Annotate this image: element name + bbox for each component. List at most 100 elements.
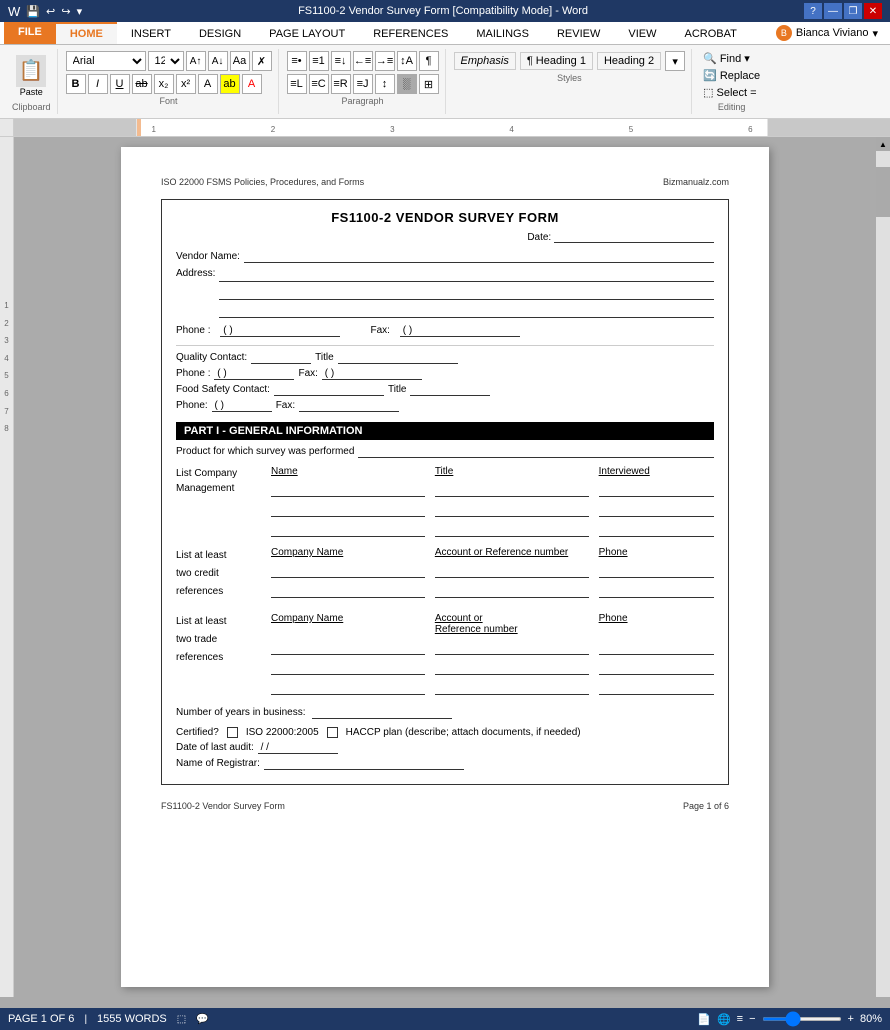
undo-icon[interactable]: ↩ (46, 6, 55, 18)
superscript-button[interactable]: x² (176, 74, 196, 94)
trade-account-2[interactable] (435, 661, 589, 675)
tab-references[interactable]: REFERENCES (359, 22, 462, 44)
address-line-3[interactable] (219, 304, 714, 318)
help-icon[interactable]: ? (804, 3, 822, 19)
font-color-button[interactable]: A (242, 74, 262, 94)
borders-button[interactable]: ⊞ (419, 74, 439, 94)
food-safety-title-field[interactable] (410, 384, 490, 396)
font-family-select[interactable]: Arial (66, 51, 146, 71)
vendor-name-field[interactable] (244, 251, 714, 263)
food-fax-field[interactable] (299, 400, 399, 412)
years-field[interactable] (312, 707, 452, 719)
haccp-checkbox[interactable] (327, 727, 338, 738)
decrease-indent-button[interactable]: ←≡ (353, 51, 373, 71)
trade-phone-2[interactable] (599, 661, 714, 675)
style-heading1[interactable]: ¶ Heading 1 (520, 52, 593, 70)
food-phone-field[interactable]: ( ) (212, 400, 272, 412)
trade-account-3[interactable] (435, 681, 589, 695)
view-print-icon[interactable]: 📄 (697, 1013, 711, 1026)
save-icon[interactable]: 💾 (26, 6, 40, 18)
mgmt-name-1[interactable] (271, 483, 425, 497)
tab-review[interactable]: REVIEW (543, 22, 614, 44)
date-field[interactable] (554, 231, 714, 243)
tab-design[interactable]: DESIGN (185, 22, 255, 44)
quality-fax-field[interactable]: ( ) (322, 368, 422, 380)
paste-button[interactable]: 📋 Paste (16, 55, 46, 97)
style-heading2[interactable]: Heading 2 (597, 52, 661, 70)
tab-file[interactable]: FILE (4, 22, 56, 44)
trade-company-1[interactable] (271, 641, 425, 655)
multilevel-button[interactable]: ≡↓ (331, 51, 351, 71)
food-safety-field[interactable] (274, 384, 384, 396)
quality-phone-field[interactable]: ( ) (214, 368, 294, 380)
font-shrink-button[interactable]: A↓ (208, 51, 228, 71)
bullets-button[interactable]: ≡• (287, 51, 307, 71)
close-button[interactable]: ✕ (864, 3, 882, 19)
fax-field[interactable]: ( ) (400, 325, 520, 337)
vertical-scrollbar[interactable]: ▲ (876, 137, 890, 997)
view-outline-icon[interactable]: ≡ (737, 1013, 743, 1025)
tab-page-layout[interactable]: PAGE LAYOUT (255, 22, 359, 44)
credit-account-2[interactable] (435, 584, 589, 598)
view-web-icon[interactable]: 🌐 (717, 1013, 731, 1026)
mgmt-interviewed-3[interactable] (599, 523, 714, 537)
tab-insert[interactable]: INSERT (117, 22, 185, 44)
credit-phone-1[interactable] (599, 564, 714, 578)
tab-home[interactable]: HOME (56, 22, 117, 44)
trade-phone-1[interactable] (599, 641, 714, 655)
redo-icon[interactable]: ↪ (61, 6, 70, 18)
credit-company-2[interactable] (271, 584, 425, 598)
tab-acrobat[interactable]: ACROBAT (670, 22, 750, 44)
change-case-button[interactable]: Aa (230, 51, 250, 71)
trade-company-2[interactable] (271, 661, 425, 675)
quality-contact-field[interactable] (251, 352, 311, 364)
credit-company-1[interactable] (271, 564, 425, 578)
underline-button[interactable]: U (110, 74, 130, 94)
credit-phone-2[interactable] (599, 584, 714, 598)
line-spacing-button[interactable]: ↕ (375, 74, 395, 94)
mgmt-interviewed-2[interactable] (599, 503, 714, 517)
zoom-slider[interactable] (762, 1017, 842, 1021)
strikethrough-button[interactable]: ab (132, 74, 152, 94)
zoom-in-button[interactable]: + (848, 1013, 854, 1025)
find-button[interactable]: 🔍 Find ▾ (700, 51, 763, 66)
font-size-select[interactable]: 12 (148, 51, 184, 71)
clear-format-button[interactable]: ✗ (252, 51, 272, 71)
trade-account-1[interactable] (435, 641, 589, 655)
mgmt-title-1[interactable] (435, 483, 589, 497)
highlight-button[interactable]: ab (220, 74, 240, 94)
credit-account-1[interactable] (435, 564, 589, 578)
sort-button[interactable]: ↕A (397, 51, 417, 71)
increase-indent-button[interactable]: →≡ (375, 51, 395, 71)
phone-field[interactable]: ( ) (220, 325, 340, 337)
mgmt-title-2[interactable] (435, 503, 589, 517)
registrar-field[interactable] (264, 758, 464, 770)
align-left-button[interactable]: ≡L (287, 74, 307, 94)
justify-button[interactable]: ≡J (353, 74, 373, 94)
mgmt-name-2[interactable] (271, 503, 425, 517)
shading-button[interactable]: ░ (397, 74, 417, 94)
show-hide-button[interactable]: ¶ (419, 51, 439, 71)
select-button[interactable]: ⬚ Select = (700, 85, 763, 100)
replace-button[interactable]: 🔄 Replace (700, 68, 763, 83)
scroll-thumb[interactable] (876, 167, 890, 217)
align-center-button[interactable]: ≡C (309, 74, 329, 94)
font-grow-button[interactable]: A↑ (186, 51, 206, 71)
mgmt-title-3[interactable] (435, 523, 589, 537)
bold-button[interactable]: B (66, 74, 86, 94)
styles-more-button[interactable]: ▾ (665, 51, 685, 71)
restore-button[interactable]: ❐ (844, 3, 862, 19)
tab-mailings[interactable]: MAILINGS (462, 22, 543, 44)
address-line-1[interactable] (219, 268, 714, 282)
align-right-button[interactable]: ≡R (331, 74, 351, 94)
minimize-button[interactable]: — (824, 3, 842, 19)
iso-checkbox[interactable] (227, 727, 238, 738)
quality-title-field[interactable] (338, 352, 458, 364)
zoom-out-button[interactable]: − (749, 1013, 755, 1025)
user-dropdown-icon[interactable]: ▾ (872, 27, 878, 40)
audit-date-field[interactable]: / / (258, 742, 338, 754)
subscript-button[interactable]: x₂ (154, 74, 174, 94)
mgmt-interviewed-1[interactable] (599, 483, 714, 497)
style-emphasis[interactable]: Emphasis (454, 52, 516, 70)
product-field[interactable] (358, 446, 714, 458)
